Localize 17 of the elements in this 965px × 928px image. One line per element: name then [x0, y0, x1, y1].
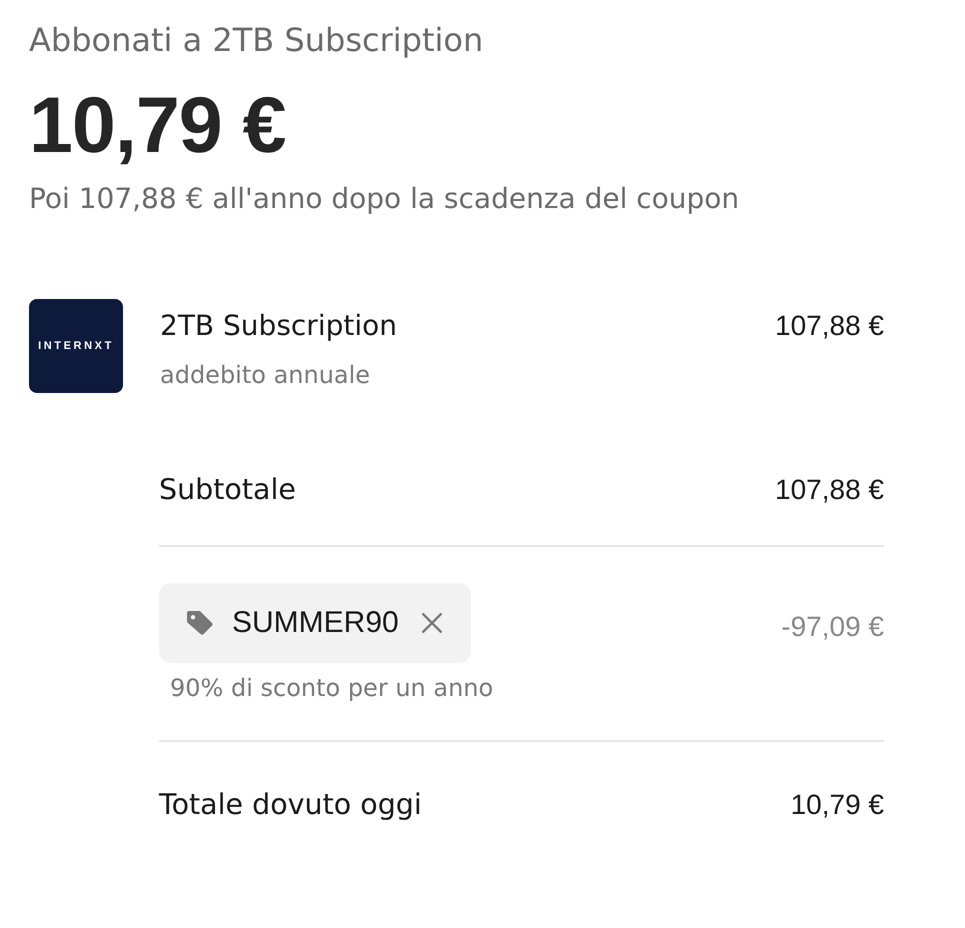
subtotal-amount: 107,88 € [775, 473, 884, 507]
renewal-note: Poi 107,88 € all'anno dopo la scadenza del coupon [29, 181, 740, 217]
remove-coupon-button[interactable] [420, 612, 443, 634]
coupon-code: SUMMER90 [232, 605, 399, 641]
tag-icon [186, 610, 214, 636]
checkout-title: Abbonati a 2TB Subscription [29, 20, 484, 60]
billing-period: addebito annuale [160, 360, 370, 390]
close-icon [420, 612, 443, 634]
coupon-description: 90% di sconto per un anno [170, 673, 494, 703]
product-price: 107,88 € [775, 309, 884, 343]
product-name: 2TB Subscription [160, 309, 398, 343]
total-label: Totale dovuto oggi [159, 788, 422, 822]
total-amount: 10,79 € [790, 788, 884, 822]
discount-amount: -97,09 € [781, 610, 884, 644]
brand-logo: INTERNXT [29, 299, 123, 393]
price-amount: 10,79 € [29, 83, 286, 167]
subtotal-label: Subtotale [159, 473, 296, 507]
